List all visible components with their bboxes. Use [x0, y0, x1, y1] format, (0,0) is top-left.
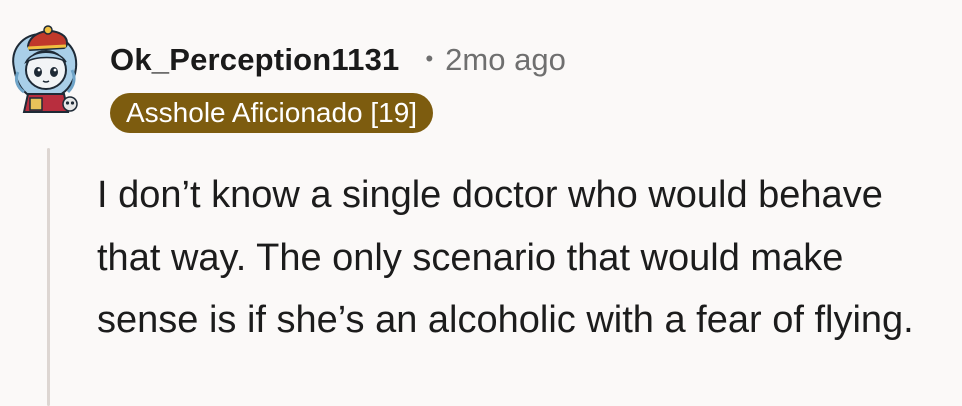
user-flair-badge: Asshole Aficionado [19] — [110, 93, 434, 133]
username-link[interactable]: Ok_Perception1131 — [110, 42, 399, 78]
user-avatar-icon[interactable] — [8, 20, 86, 116]
avatar-graphic — [12, 25, 78, 113]
thread-line[interactable] — [47, 148, 50, 406]
comment-timestamp[interactable]: 2mo ago — [445, 42, 566, 78]
meta-separator: • — [425, 46, 434, 71]
comment-body: I don’t know a single doctor who would b… — [97, 174, 914, 341]
comment-meta: Ok_Perception1131 • 2mo ago — [110, 38, 566, 82]
comment: Ok_Perception1131 • 2mo ago Asshole Afic… — [0, 0, 962, 406]
